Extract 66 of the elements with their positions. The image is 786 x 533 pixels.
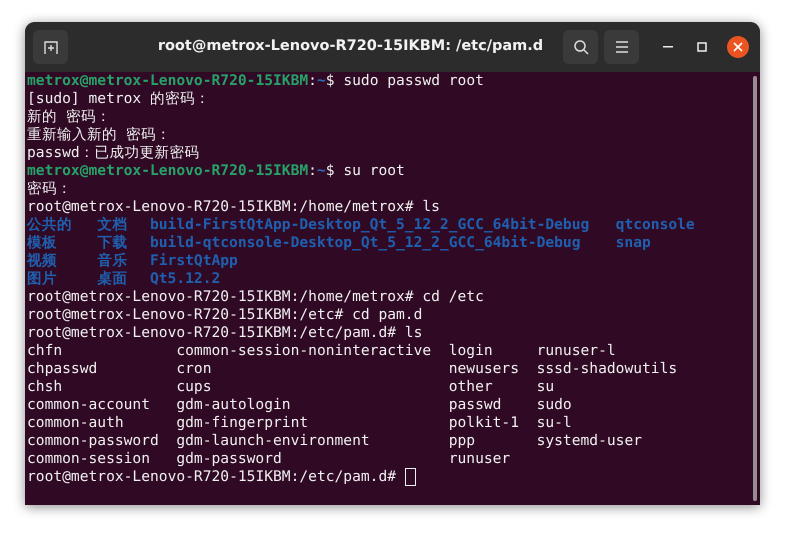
file-name: passwd	[448, 396, 502, 413]
file-name: gdm-autologin	[176, 396, 291, 413]
file-name: runuser-l	[536, 342, 616, 359]
output-line: root@metrox-Lenovo-R720-15IKBM:/etc/pam.d# ls	[27, 324, 422, 342]
file-name: polkit-1	[448, 414, 520, 431]
file-name: systemd-user	[536, 432, 642, 449]
output-line: 新的 密码：	[27, 108, 111, 126]
file-name: gdm-fingerprint	[176, 414, 308, 431]
directory-name: snap	[616, 234, 651, 251]
directory-name: 视频	[27, 252, 57, 269]
file-name: cups	[176, 378, 212, 395]
file-name: common-account	[27, 396, 150, 413]
file-name: newusers	[448, 360, 520, 377]
search-button[interactable]	[563, 30, 598, 64]
directory-name: build-qtconsole-Desktop_Qt_5_12_2_GCC_64bit-Debug	[150, 234, 581, 251]
output-line: root@metrox-Lenovo-R720-15IKBM:/home/metrox# cd /etc	[27, 288, 484, 306]
file-name: su	[536, 378, 554, 395]
file-name: gdm-password	[176, 450, 282, 467]
file-name: common-session-noninteractive	[176, 342, 432, 359]
maximize-icon	[697, 42, 707, 52]
menu-button[interactable]	[604, 30, 639, 64]
directory-name: 桌面	[97, 270, 128, 287]
file-name: gdm-launch-environment	[176, 432, 370, 449]
output-line: passwd：已成功更新密码	[27, 144, 200, 162]
directory-name: 下载	[97, 234, 128, 251]
output-line: 重新输入新的 密码：	[27, 126, 171, 144]
prompt-line: metrox@metrox-Lenovo-R720-15IKBM:~$ su root	[27, 162, 405, 180]
file-name: other	[448, 378, 493, 395]
close-button[interactable]	[727, 36, 749, 58]
output-line: [sudo] metrox 的密码：	[27, 90, 210, 108]
file-name: ppp	[448, 432, 476, 449]
file-name: chsh	[27, 378, 62, 395]
directory-name: Qt5.12.2	[150, 270, 220, 287]
output-line: root@metrox-Lenovo-R720-15IKBM:/home/metrox# ls	[27, 198, 440, 216]
file-name: cron	[176, 360, 212, 377]
directory-name: FirstQtApp	[150, 252, 238, 269]
directory-name: 音乐	[97, 252, 128, 269]
file-name: sudo	[536, 396, 572, 413]
file-name: login	[448, 342, 493, 359]
file-name: common-session	[27, 450, 150, 467]
directory-name: 图片	[27, 270, 57, 287]
prompt-line: root@metrox-Lenovo-R720-15IKBM:/etc/pam.d#	[27, 468, 398, 486]
new-tab-button[interactable]	[33, 30, 68, 64]
file-name: common-auth	[27, 414, 124, 431]
cursor	[404, 468, 416, 486]
output-line: root@metrox-Lenovo-R720-15IKBM:/etc# cd pam.d	[27, 306, 422, 324]
file-name: common-password	[27, 432, 159, 449]
output-line: 密码：	[27, 180, 72, 198]
minimize-icon	[663, 46, 673, 48]
directory-name: 公共的	[27, 216, 72, 233]
file-name: su-l	[536, 414, 572, 431]
directory-name: 文档	[97, 216, 128, 233]
new-tab-icon	[42, 39, 58, 55]
search-icon	[572, 39, 588, 55]
window-title: root@metrox-Lenovo-R720-15IKBM: /etc/pam.d	[156, 37, 544, 56]
menu-icon	[614, 41, 628, 53]
file-name: sssd-shadowutils	[536, 360, 678, 377]
file-name: runuser	[448, 450, 510, 467]
directory-name: build-FirstQtApp-Desktop_Qt_5_12_2_GCC_64bit-Debug	[150, 216, 590, 233]
file-name: chpasswd	[27, 360, 98, 377]
file-name: chfn	[27, 342, 62, 359]
directory-name: 模板	[27, 234, 57, 251]
prompt-line: metrox@metrox-Lenovo-R720-15IKBM:~$ sudo passwd root	[27, 72, 484, 90]
close-icon	[733, 42, 743, 52]
scrollbar[interactable]	[753, 76, 757, 501]
directory-name: qtconsole	[616, 216, 695, 233]
